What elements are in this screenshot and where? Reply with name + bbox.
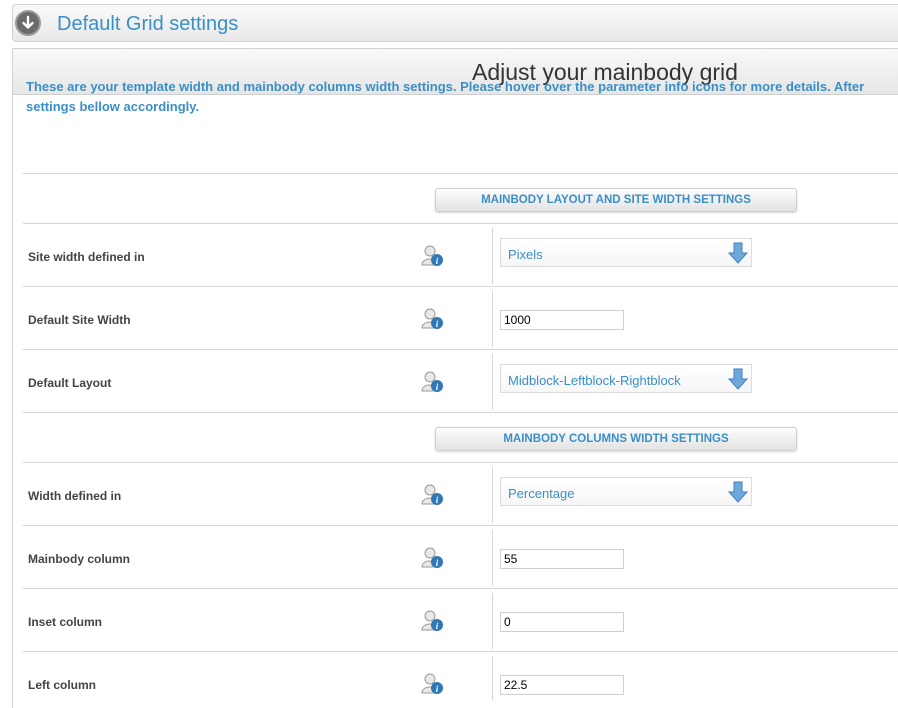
select-value: Percentage [508,486,575,501]
user-info-icon[interactable]: i [421,672,445,701]
field-label: Left column [28,678,96,692]
intro-text: These are your template width and mainbo… [26,77,898,117]
select-value: Midblock-Leftblock-Rightblock [508,373,681,388]
mainbody-column-input[interactable] [500,549,624,569]
field-label: Default Layout [28,376,112,390]
intro-line-1: These are your template width and mainbo… [26,79,865,94]
column-divider [492,291,493,347]
user-info-icon[interactable]: i [421,609,445,638]
column-divider [492,530,493,586]
column-divider [492,593,493,649]
column-divider [492,467,493,523]
section-layout-row: MAINBODY LAYOUT AND SITE WIDTH SETTINGS [23,173,898,223]
column-divider [492,354,493,410]
field-label: Mainbody column [28,552,130,566]
arrow-down-icon[interactable] [727,481,749,508]
user-info-icon[interactable]: i [421,370,445,399]
select-value: Pixels [508,247,543,262]
site-width-unit-select[interactable]: Pixels [500,238,752,267]
row-inset-column: Inset column i [23,588,898,650]
row-default-site-width: Default Site Width i [23,286,898,348]
field-label: Default Site Width [28,313,131,327]
left-column-input[interactable] [500,675,624,695]
field-label: Inset column [28,615,103,629]
default-grid-settings-header[interactable]: Default Grid settings [12,4,898,42]
default-site-width-input[interactable] [500,310,624,330]
inset-column-input[interactable] [500,612,624,632]
field-label: Width defined in [28,489,122,503]
section-columns-row: MAINBODY COLUMNS WIDTH SETTINGS [23,412,898,462]
row-mainbody-column: Mainbody column i [23,525,898,587]
field-label: Site width defined in [28,250,145,264]
row-left-column: Left column i [23,651,898,701]
intro-line-2: settings bellow accordingly. [26,99,200,114]
section-layout-header[interactable]: MAINBODY LAYOUT AND SITE WIDTH SETTINGS [435,188,797,212]
column-divider [492,656,493,700]
header-title: Default Grid settings [57,13,239,35]
user-info-icon[interactable]: i [421,307,445,336]
user-info-icon[interactable]: i [421,244,445,273]
arrow-down-icon[interactable] [727,368,749,395]
arrow-down-icon[interactable] [727,242,749,269]
arrow-down-circle-icon[interactable] [15,10,41,36]
row-default-layout: Default Layout i Midblock-Leftblock-Righ… [23,349,898,411]
default-layout-select[interactable]: Midblock-Leftblock-Rightblock [500,364,752,393]
user-info-icon[interactable]: i [421,546,445,575]
column-divider [492,228,493,284]
user-info-icon[interactable]: i [421,483,445,512]
row-width-defined-in: Width defined in i Percentage [23,462,898,524]
width-defined-in-select[interactable]: Percentage [500,477,752,506]
row-site-width-unit: Site width defined in i Pixels [23,223,898,285]
section-columns-header[interactable]: MAINBODY COLUMNS WIDTH SETTINGS [435,427,797,451]
